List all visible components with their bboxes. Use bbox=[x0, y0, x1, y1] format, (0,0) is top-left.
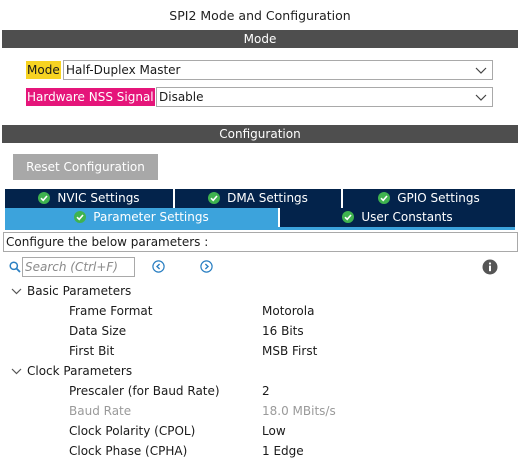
mode-select-value: Half-Duplex Master bbox=[66, 63, 181, 77]
param-name: Data Size bbox=[69, 324, 127, 338]
param-row-first-bit[interactable]: First Bit MSB First bbox=[0, 341, 520, 361]
param-value[interactable]: 16 Bits bbox=[262, 321, 304, 341]
param-value[interactable]: MSB First bbox=[262, 341, 317, 361]
search-icon[interactable] bbox=[9, 261, 21, 273]
mode-row: Mode bbox=[26, 60, 61, 80]
next-result-icon[interactable] bbox=[200, 260, 213, 273]
param-name: Clock Phase (CPHA) bbox=[69, 444, 188, 458]
chevron-down-icon bbox=[475, 94, 487, 101]
param-value[interactable]: Low bbox=[262, 421, 286, 441]
chevron-down-icon bbox=[475, 67, 487, 74]
tab-dma-settings[interactable]: DMA Settings bbox=[175, 189, 341, 208]
search-input[interactable] bbox=[22, 257, 135, 277]
tab-parameter-settings[interactable]: Parameter Settings bbox=[5, 208, 278, 227]
param-row-frame-format[interactable]: Frame Format Motorola bbox=[0, 301, 520, 321]
param-value[interactable]: Motorola bbox=[262, 301, 314, 321]
tab-gpio-settings[interactable]: GPIO Settings bbox=[343, 189, 515, 208]
configure-instructions: Configure the below parameters : bbox=[3, 232, 518, 252]
param-value[interactable]: 2 bbox=[262, 381, 270, 401]
param-row-data-size[interactable]: Data Size 16 Bits bbox=[0, 321, 520, 341]
tab-label: NVIC Settings bbox=[57, 191, 140, 205]
check-circle-icon bbox=[38, 192, 51, 204]
param-row-baud-rate: Baud Rate 18.0 MBits/s bbox=[0, 401, 520, 421]
nss-select[interactable]: Disable bbox=[156, 87, 493, 107]
nss-row: Hardware NSS Signal bbox=[26, 87, 155, 107]
check-circle-icon bbox=[378, 192, 391, 204]
check-circle-icon bbox=[342, 211, 355, 223]
param-name: Frame Format bbox=[69, 304, 153, 318]
configuration-section-header: Configuration bbox=[2, 125, 518, 143]
info-icon[interactable] bbox=[482, 259, 498, 275]
previous-result-icon[interactable] bbox=[152, 260, 165, 273]
tab-user-constants[interactable]: User Constants bbox=[280, 208, 515, 227]
param-row-clock-phase[interactable]: Clock Phase (CPHA) 1 Edge bbox=[0, 441, 520, 461]
tab-label: DMA Settings bbox=[227, 191, 308, 205]
param-row-prescaler[interactable]: Prescaler (for Baud Rate) 2 bbox=[0, 381, 520, 401]
param-value[interactable]: 1 Edge bbox=[262, 441, 304, 461]
active-tab-indicator bbox=[5, 227, 515, 230]
nss-label: Hardware NSS Signal bbox=[26, 88, 155, 106]
param-name: Prescaler (for Baud Rate) bbox=[69, 384, 220, 398]
nss-select-value: Disable bbox=[159, 90, 204, 104]
mode-select[interactable]: Half-Duplex Master bbox=[63, 60, 493, 80]
tab-label: Parameter Settings bbox=[93, 210, 209, 224]
check-circle-icon bbox=[208, 192, 221, 204]
basic-parameters-group[interactable]: Basic Parameters bbox=[10, 281, 131, 301]
reset-configuration-button[interactable]: Reset Configuration bbox=[13, 154, 158, 180]
chevron-down-icon bbox=[11, 368, 22, 375]
param-value: 18.0 MBits/s bbox=[262, 404, 336, 418]
mode-section-header: Mode bbox=[2, 30, 518, 48]
tab-nvic-settings[interactable]: NVIC Settings bbox=[5, 189, 173, 208]
mode-label: Mode bbox=[26, 61, 61, 79]
window-title: SPI2 Mode and Configuration bbox=[169, 8, 351, 23]
group-label: Clock Parameters bbox=[27, 364, 133, 378]
chevron-down-icon bbox=[11, 288, 22, 295]
group-label: Basic Parameters bbox=[27, 284, 132, 298]
tab-label: User Constants bbox=[361, 210, 453, 224]
param-row-clock-polarity[interactable]: Clock Polarity (CPOL) Low bbox=[0, 421, 520, 441]
param-name: Clock Polarity (CPOL) bbox=[69, 424, 196, 438]
param-name: Baud Rate bbox=[69, 404, 132, 418]
check-circle-icon bbox=[74, 211, 87, 223]
clock-parameters-group[interactable]: Clock Parameters bbox=[10, 361, 132, 381]
tab-label: GPIO Settings bbox=[397, 191, 480, 205]
param-name: First Bit bbox=[69, 344, 115, 358]
